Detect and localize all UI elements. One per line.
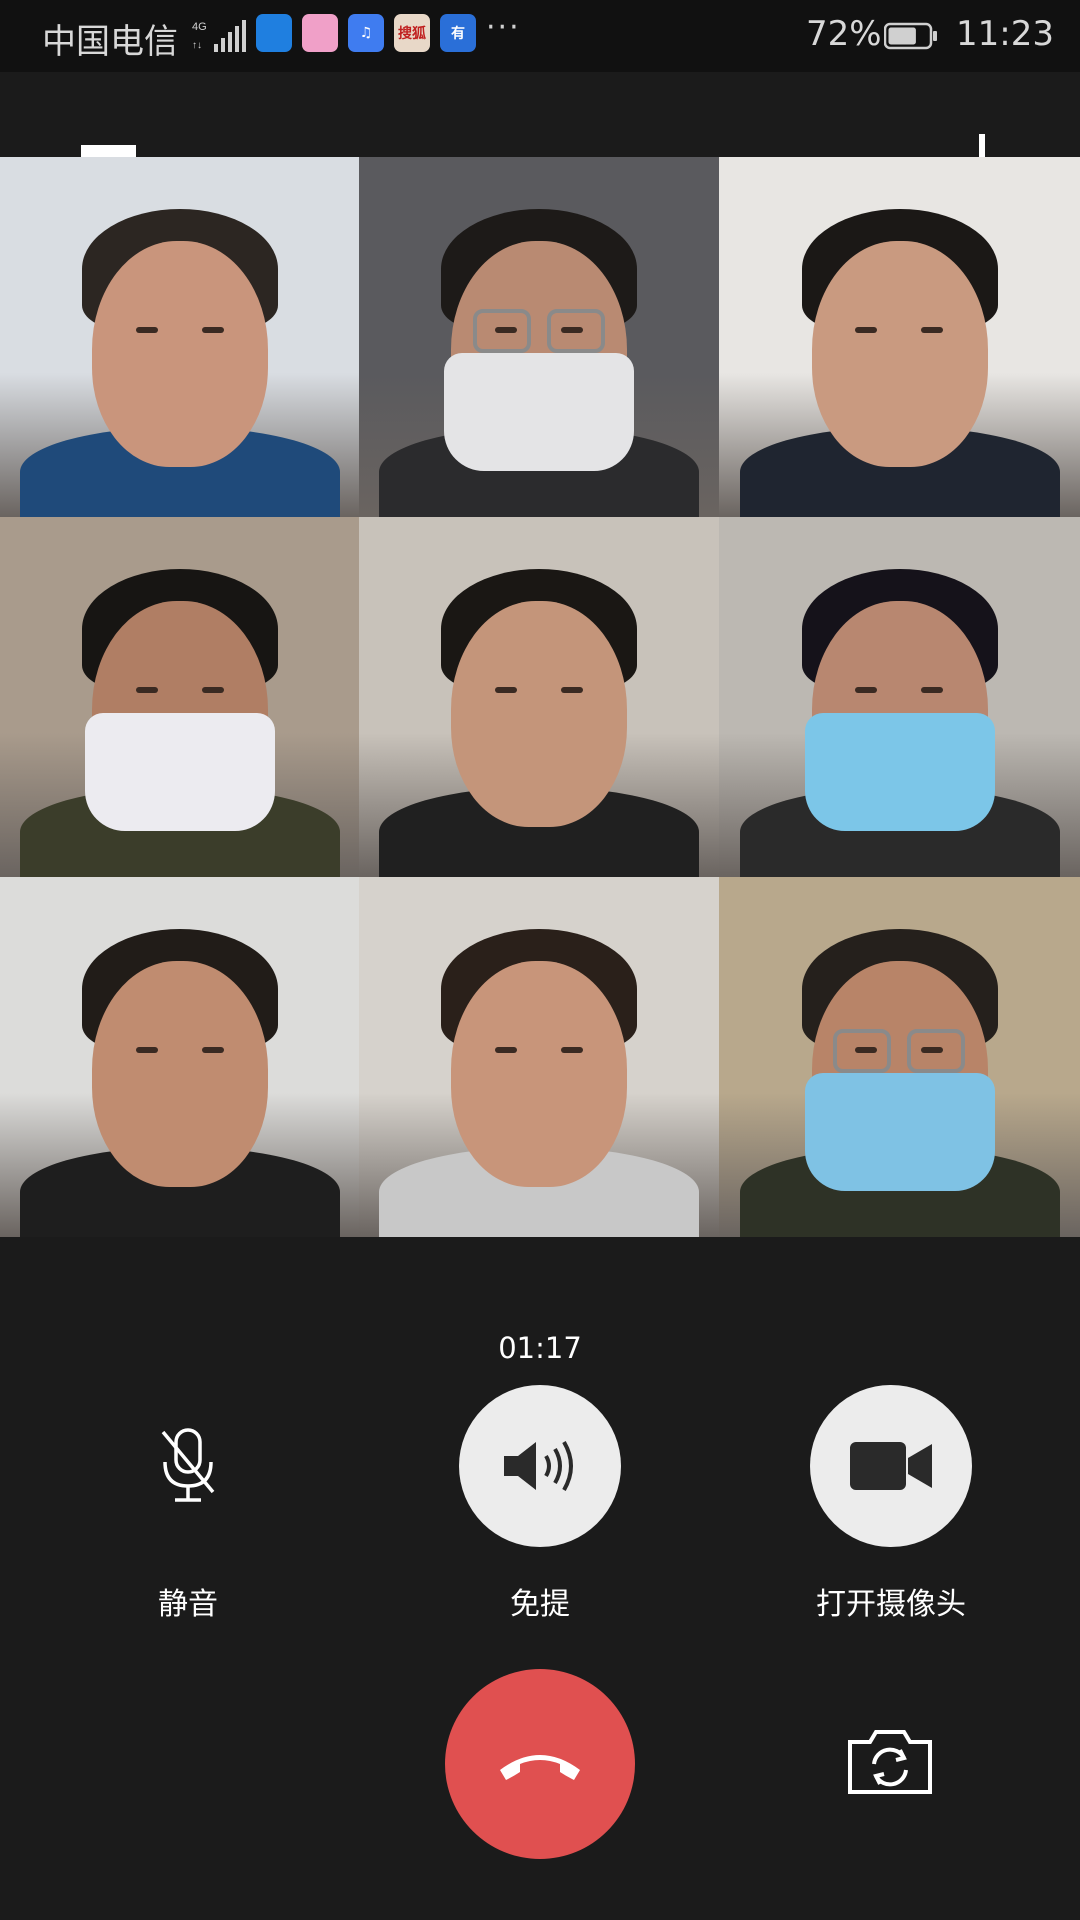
participant-video-tile[interactable] — [0, 157, 359, 517]
glasses — [547, 309, 605, 353]
face-mask — [804, 713, 995, 831]
sohu-video-app-icon: 搜狐 — [394, 14, 430, 52]
svg-text:4G: 4G — [192, 21, 207, 33]
carrier-name: 中国电信 — [42, 22, 178, 62]
news-app-icon: 有 — [440, 14, 476, 52]
participant-eye — [855, 327, 877, 333]
glasses — [473, 309, 531, 353]
music-app-icon: ♫ — [348, 14, 384, 52]
gallery-app-icon — [302, 14, 338, 52]
more-notifications-icon: ··· — [486, 10, 521, 45]
call-timer: 01:17 — [498, 1331, 582, 1365]
participant-face — [811, 241, 988, 467]
speaker-circle — [459, 1385, 621, 1547]
status-bar: 中国电信 4G ↑↓ ♫ 搜狐有 ··· 72% 11:23 — [0, 0, 1080, 72]
participant-video-tile[interactable] — [719, 157, 1080, 517]
switch-camera-icon — [848, 1730, 932, 1794]
camera-circle — [810, 1385, 972, 1547]
participant-eye — [202, 687, 224, 693]
battery-icon — [884, 22, 937, 50]
participant-video-tile[interactable] — [719, 877, 1080, 1237]
participant-eye — [921, 687, 943, 693]
participant-eye — [136, 687, 158, 693]
participant-video-tile[interactable] — [359, 157, 719, 517]
participant-eye — [561, 687, 583, 693]
participant-face — [451, 961, 627, 1187]
participant-face — [91, 961, 268, 1187]
svg-text:↑↓: ↑↓ — [192, 40, 202, 51]
speaker-icon — [504, 1440, 573, 1492]
mute-label: 静音 — [158, 1587, 218, 1622]
hangup-button[interactable] — [445, 1669, 635, 1859]
notification-icons: ♫ 搜狐有 — [256, 14, 476, 52]
participant-eye — [202, 1047, 224, 1053]
video-call-screen: 中国电信 4G ↑↓ ♫ 搜狐有 ··· 72% 11:23 01:17 静音 … — [0, 0, 1080, 1920]
participant-eye — [202, 327, 224, 333]
face-mask — [444, 353, 634, 471]
participant-eye — [136, 1047, 158, 1053]
participant-video-tile[interactable] — [0, 517, 359, 877]
participant-eye — [561, 1047, 583, 1053]
mic-off-icon — [161, 1428, 215, 1502]
participant-eye — [921, 327, 943, 333]
clock: 11:23 — [956, 14, 1054, 54]
signal-icon: 4G ↑↓ — [192, 20, 246, 52]
participant-video-tile[interactable] — [359, 517, 719, 877]
participant-video-tile[interactable] — [719, 517, 1080, 877]
speaker-button[interactable]: 免提 — [430, 1385, 650, 1623]
camera-label: 打开摄像头 — [816, 1587, 966, 1622]
browser-app-icon — [256, 14, 292, 52]
phone-hangup-icon — [500, 1755, 580, 1780]
participant-video-tile[interactable] — [0, 877, 359, 1237]
speaker-label: 免提 — [510, 1587, 570, 1622]
participant-eye — [855, 687, 877, 693]
participant-eye — [136, 327, 158, 333]
participant-video-grid — [0, 157, 1080, 1237]
camera-button[interactable]: 打开摄像头 — [781, 1385, 1001, 1623]
glasses — [833, 1029, 891, 1073]
mute-button[interactable]: 静音 — [78, 1385, 298, 1623]
battery-percent: 72% — [806, 14, 882, 54]
face-mask — [84, 713, 275, 831]
participant-eye — [495, 1047, 517, 1053]
mute-circle — [107, 1385, 269, 1547]
face-mask — [804, 1073, 995, 1191]
video-camera-icon — [850, 1442, 932, 1490]
participant-eye — [495, 687, 517, 693]
glasses — [907, 1029, 965, 1073]
switch-camera-button[interactable] — [846, 1724, 934, 1796]
participant-video-tile[interactable] — [359, 877, 719, 1237]
participant-face — [451, 601, 627, 827]
participant-face — [91, 241, 268, 467]
